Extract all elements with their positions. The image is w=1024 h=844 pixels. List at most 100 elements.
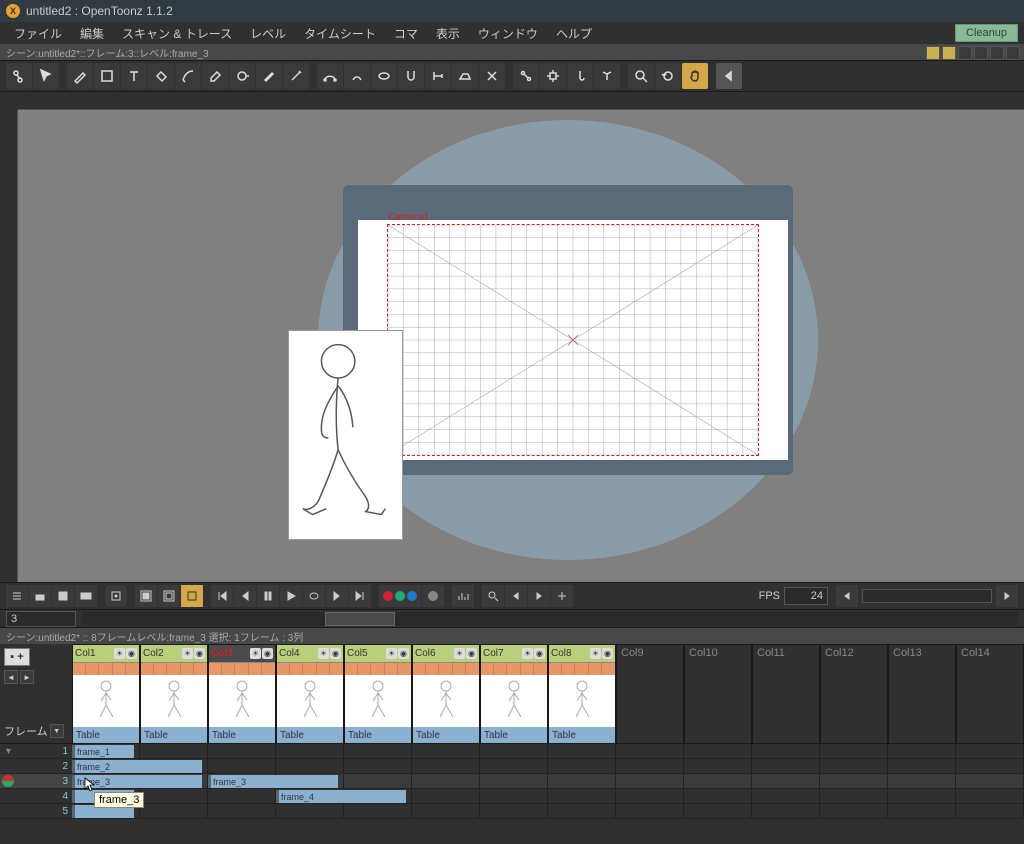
column-thumbnail[interactable] (141, 675, 207, 727)
timeline-cell[interactable] (820, 744, 888, 759)
timeline-cell[interactable] (276, 804, 344, 819)
layout-icon-5[interactable] (990, 46, 1004, 60)
preview-toggle-icon[interactable]: ☀ (386, 648, 397, 659)
timeline-cell[interactable] (276, 744, 344, 759)
column-head[interactable]: Col8 ☀◉ (549, 645, 615, 662)
freeze-icon[interactable] (105, 585, 127, 607)
camstand-toggle-icon[interactable]: ◉ (194, 648, 205, 659)
camstand-toggle-icon[interactable]: ◉ (126, 648, 137, 659)
viewer-zoom-icon[interactable] (482, 585, 504, 607)
column-parent[interactable]: Table (141, 727, 207, 743)
column-head[interactable]: Col6 ☀◉ (413, 645, 479, 662)
timeline-cell[interactable] (684, 759, 752, 774)
menu-level[interactable]: レベル (242, 23, 294, 44)
tool-hand[interactable] (682, 63, 708, 89)
column-thumbnail[interactable] (345, 675, 411, 727)
camstand-toggle-icon[interactable]: ◉ (466, 648, 477, 659)
tool-brush[interactable] (67, 63, 93, 89)
preview-toggle-icon[interactable]: ☀ (590, 648, 601, 659)
timeline-cell[interactable] (208, 789, 276, 804)
memo-next-button[interactable]: ► (20, 670, 34, 684)
column-parent[interactable]: Table (209, 727, 275, 743)
timeline-cell[interactable] (888, 744, 956, 759)
column-header[interactable]: Col6 ☀◉ Table (412, 644, 480, 744)
timeline-cell[interactable] (616, 804, 684, 819)
layout-icon-3[interactable] (958, 46, 972, 60)
timeline-clip[interactable]: frame_4 (276, 790, 406, 803)
timeline-cell[interactable] (616, 774, 684, 789)
timeline-grid[interactable]: frame_3 frame_1frame_2frame_3frame_3fram… (72, 744, 1024, 819)
timeline-cell[interactable] (480, 759, 548, 774)
next-frame-button[interactable] (326, 585, 348, 607)
timeline-row-number[interactable]: 4 (0, 789, 72, 804)
layout-icon-4[interactable] (974, 46, 988, 60)
camstand-toggle-icon[interactable]: ◉ (534, 648, 545, 659)
safe-area-toggle[interactable] (181, 585, 203, 607)
timeline-cell[interactable] (820, 789, 888, 804)
timeline-cell[interactable] (956, 744, 1024, 759)
menu-view[interactable]: 表示 (428, 23, 468, 44)
tool-hook[interactable] (567, 63, 593, 89)
column-head[interactable]: Col2 ☀◉ (141, 645, 207, 662)
timeline-cell[interactable] (956, 804, 1024, 819)
column-header[interactable]: Col1 ☀◉ Table (72, 644, 140, 744)
tool-tracker[interactable] (540, 63, 566, 89)
drawing-layer[interactable] (288, 330, 403, 540)
column-head[interactable]: Col5 ☀◉ (345, 645, 411, 662)
fps-input[interactable] (784, 587, 828, 605)
timeline-cell[interactable] (412, 759, 480, 774)
timeline-row-number[interactable]: 3 (0, 774, 72, 789)
timeline-cell[interactable] (820, 759, 888, 774)
memo-prev-button[interactable]: ◄ (4, 670, 18, 684)
timeline-cell[interactable] (956, 789, 1024, 804)
column-empty[interactable]: Col14 (956, 644, 1024, 744)
column-filmstrip[interactable] (413, 662, 479, 675)
timeline-cell[interactable] (412, 774, 480, 789)
timeline-row-number[interactable]: 5 (0, 804, 72, 819)
column-parent[interactable]: Table (277, 727, 343, 743)
timeline-cell[interactable] (548, 744, 616, 759)
tool-eraser[interactable] (202, 63, 228, 89)
timeline-cell[interactable] (956, 774, 1024, 789)
timeline-cell[interactable] (548, 759, 616, 774)
options-icon[interactable] (6, 585, 28, 607)
column-filmstrip[interactable] (209, 662, 275, 675)
camstand-toggle-icon[interactable]: ◉ (262, 648, 273, 659)
tool-fill[interactable] (148, 63, 174, 89)
fps-slider-track[interactable] (862, 589, 992, 603)
timeline-cell[interactable] (888, 804, 956, 819)
timeline-cell[interactable] (480, 744, 548, 759)
tool-type[interactable] (121, 63, 147, 89)
timeline-row-number[interactable]: ▾1 (0, 744, 72, 759)
column-thumbnail[interactable] (209, 675, 275, 727)
layout-icon-1[interactable] (926, 46, 940, 60)
timeline-cell[interactable] (412, 804, 480, 819)
timeline-cell[interactable] (888, 774, 956, 789)
column-header[interactable]: Col7 ☀◉ Table (480, 644, 548, 744)
timeline-cell[interactable] (820, 804, 888, 819)
prev-frame-button[interactable] (234, 585, 256, 607)
frame-slider-track[interactable] (82, 612, 1018, 626)
timeline-clip[interactable]: frame_1 (72, 745, 134, 758)
preview-toggle-icon[interactable]: ☀ (114, 648, 125, 659)
camstand-toggle-icon[interactable]: ◉ (398, 648, 409, 659)
timeline-cell[interactable] (344, 804, 412, 819)
timeline-row[interactable] (72, 759, 1024, 774)
column-filmstrip[interactable] (549, 662, 615, 675)
histogram-icon[interactable] (452, 585, 474, 607)
timeline-clip[interactable]: frame_3 (208, 775, 338, 788)
column-thumbnail[interactable] (73, 675, 139, 727)
preview-toggle-icon[interactable]: ☀ (250, 648, 261, 659)
column-empty[interactable]: Col13 (888, 644, 956, 744)
column-filmstrip[interactable] (73, 662, 139, 675)
ruler-vertical[interactable] (0, 110, 18, 582)
timeline-cell[interactable] (140, 804, 208, 819)
timeline-cell[interactable] (752, 774, 820, 789)
timeline-cell[interactable] (752, 789, 820, 804)
subcamera-icon[interactable] (158, 585, 180, 607)
alpha-chip[interactable] (422, 585, 444, 607)
timeline-cell[interactable] (888, 759, 956, 774)
tool-zoom[interactable] (628, 63, 654, 89)
column-header[interactable]: Col8 ☀◉ Table (548, 644, 616, 744)
column-parent[interactable]: Table (345, 727, 411, 743)
